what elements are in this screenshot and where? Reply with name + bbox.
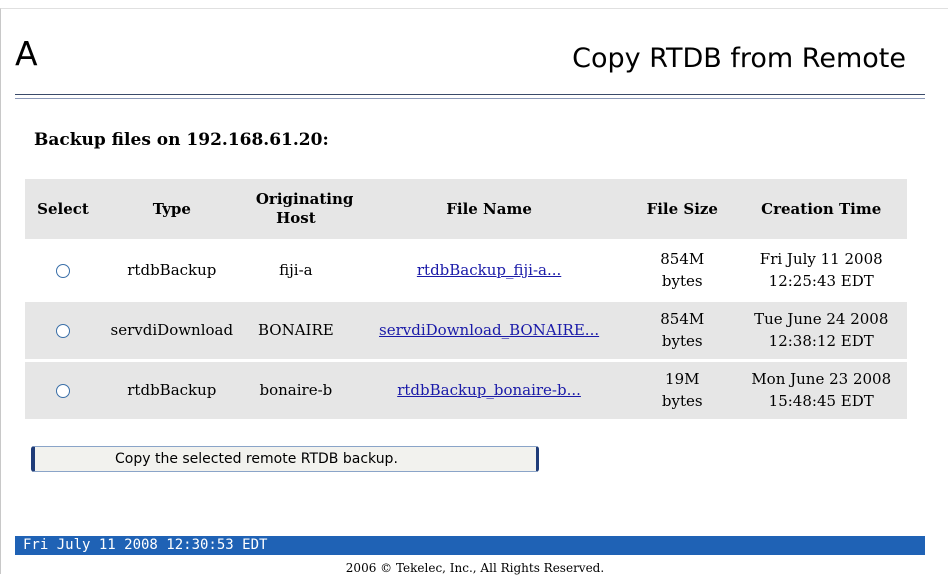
file-size-unit: bytes	[661, 271, 703, 290]
select-cell	[25, 359, 101, 419]
creation-time-cell: Mon June 23 2008 15:48:45 EDT	[735, 359, 907, 419]
column-header-creation-time: Creation Time	[735, 179, 907, 241]
file-name-cell: rtdbBackup_bonaire-b...	[349, 359, 630, 419]
file-size-value: 19M	[665, 369, 700, 388]
creation-date: Fri July 11 2008	[759, 249, 883, 268]
page-title: Copy RTDB from Remote	[572, 43, 906, 74]
select-cell	[25, 239, 101, 301]
type-cell: rtdbBackup	[100, 239, 243, 301]
file-name-cell: rtdbBackup_fiji-a...	[349, 239, 630, 301]
column-header-file-size: File Size	[629, 179, 736, 241]
column-header-select: Select	[25, 179, 101, 241]
creation-date: Mon June 23 2008	[751, 369, 892, 388]
section-heading: Backup files on 192.168.61.20:	[34, 130, 329, 150]
file-size-value: 854M	[660, 249, 705, 268]
table-row: rtdbBackup bonaire-b rtdbBackup_bonaire-…	[25, 359, 907, 419]
backup-files-table: Select Type Originating Host File Name F…	[25, 179, 907, 419]
file-name-link[interactable]: rtdbBackup_bonaire-b...	[397, 381, 581, 399]
file-size-cell: 854M bytes	[629, 239, 736, 301]
type-cell: rtdbBackup	[100, 359, 243, 419]
column-header-type: Type	[100, 179, 243, 241]
creation-time-cell: Fri July 11 2008 12:25:43 EDT	[735, 239, 907, 301]
file-size-cell: 19M bytes	[629, 359, 736, 419]
file-name-link[interactable]: rtdbBackup_fiji-a...	[417, 261, 561, 279]
creation-clock: 12:25:43 EDT	[768, 271, 874, 290]
host-cell: fiji-a	[242, 239, 350, 301]
page-letter: A	[15, 34, 38, 73]
header-divider	[15, 94, 925, 95]
type-cell: servdiDownload	[100, 299, 243, 361]
creation-clock: 15:48:45 EDT	[768, 391, 874, 410]
file-size-value: 854M	[660, 309, 705, 328]
select-radio[interactable]	[55, 323, 70, 338]
content-frame: A Copy RTDB from Remote Backup files on …	[0, 8, 948, 575]
column-header-originating-host-label: Originating Host	[255, 190, 354, 227]
table-header-row: Select Type Originating Host File Name F…	[25, 179, 907, 241]
column-header-file-name: File Name	[349, 179, 630, 241]
table-row: servdiDownload BONAIRE servdiDownload_BO…	[25, 299, 907, 361]
file-name-link[interactable]: servdiDownload_BONAIRE...	[379, 321, 599, 339]
select-cell	[25, 299, 101, 361]
creation-date: Tue June 24 2008	[754, 309, 889, 328]
file-size-cell: 854M bytes	[629, 299, 736, 361]
select-radio[interactable]	[55, 263, 70, 278]
status-bar: Fri July 11 2008 12:30:53 EDT	[15, 536, 925, 555]
creation-clock: 12:38:12 EDT	[768, 331, 874, 350]
creation-time-cell: Tue June 24 2008 12:38:12 EDT	[735, 299, 907, 361]
host-cell: bonaire-b	[242, 359, 350, 419]
host-cell: BONAIRE	[242, 299, 350, 361]
file-size-unit: bytes	[661, 391, 703, 410]
header-divider-secondary	[15, 98, 925, 99]
table-row: rtdbBackup fiji-a rtdbBackup_fiji-a... 8…	[25, 239, 907, 301]
file-size-unit: bytes	[661, 331, 703, 350]
copy-backup-button[interactable]: Copy the selected remote RTDB backup.	[31, 446, 539, 472]
copyright-notice: 2006 © Tekelec, Inc., All Rights Reserve…	[345, 561, 605, 575]
status-datetime: Fri July 11 2008 12:30:53 EDT	[23, 537, 268, 553]
column-header-originating-host: Originating Host	[242, 179, 354, 241]
select-radio[interactable]	[55, 383, 70, 398]
file-name-cell: servdiDownload_BONAIRE...	[349, 299, 630, 361]
